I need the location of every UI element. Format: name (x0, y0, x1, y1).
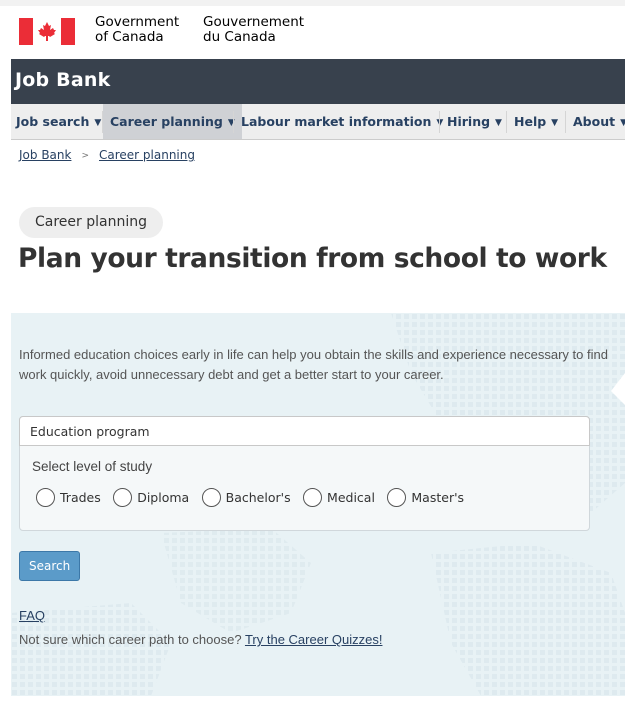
menu-item-labour-market-information[interactable]: Labour market information▼ (234, 104, 450, 139)
menu-item-label: Career planning (110, 114, 223, 129)
radio-medical[interactable]: Medical (303, 488, 375, 507)
radio-trades[interactable]: Trades (36, 488, 101, 507)
radio-button-icon[interactable] (303, 488, 323, 507)
menu-item-career-planning[interactable]: Career planning ▼ (103, 104, 242, 139)
radio-button-icon[interactable] (113, 488, 133, 507)
menu-item-label: Hiring (447, 114, 491, 129)
radio-label: Bachelor's (225, 490, 291, 505)
radio-button-icon[interactable] (201, 488, 221, 507)
gov-french-line1: Gouvernement (203, 14, 305, 30)
menu-item-job-search[interactable]: Job search ▼ (13, 104, 104, 139)
site-banner: Job Bank (11, 59, 625, 104)
radio-bachelors[interactable]: Bachelor's (201, 488, 291, 507)
chevron-down-icon: ▼ (620, 118, 625, 128)
chevron-down-icon: ▼ (495, 118, 502, 128)
radio-button-icon[interactable] (36, 488, 55, 507)
canada-flag-icon[interactable] (19, 18, 75, 45)
radio-diploma[interactable]: Diploma (113, 488, 189, 507)
education-search-panel: Informed education choices early in life… (11, 313, 625, 696)
search-button[interactable]: Search (19, 551, 81, 581)
career-quiz-prompt: Not sure which career path to choose? Tr… (19, 632, 382, 647)
chevron-down-icon: ▼ (94, 118, 102, 128)
intro-text: Informed education choices early in life… (19, 347, 608, 382)
radio-label: Trades (60, 490, 101, 505)
menu-item-label: Help (514, 114, 547, 129)
menu-item-about[interactable]: About ▼ (566, 104, 625, 139)
gov-french-line2: du Canada (203, 29, 276, 45)
section-tag: Career planning (19, 207, 163, 238)
radio-label: Master's (411, 490, 465, 505)
main-menu: Job search ▼ Career planning ▼ Labour mark… (11, 104, 625, 140)
faq-link[interactable]: FAQ (19, 608, 45, 623)
menu-item-help[interactable]: Help ▼ (507, 104, 565, 139)
level-of-study-options: Trades Diploma Bachelor's Medical Master… (36, 488, 472, 508)
breadcrumb-link-career-planning[interactable]: Career planning (99, 148, 195, 162)
breadcrumb-separator: > (81, 151, 89, 161)
radio-label: Medical (327, 490, 375, 505)
menu-item-label: Job search (16, 114, 90, 129)
page-title: Plan your transition from school to work (18, 243, 607, 274)
career-quizzes-link[interactable]: Try the Career Quizzes! (245, 632, 383, 647)
gov-english-line2: of Canada (95, 29, 164, 45)
education-program-input[interactable] (19, 416, 590, 446)
radio-masters[interactable]: Master's (387, 488, 464, 507)
government-header: Government of Canada Gouvernement du Can… (0, 0, 625, 59)
breadcrumb-link-job-bank[interactable]: Job Bank (19, 148, 71, 162)
government-wordmark-french: Gouvernement du Canada (203, 15, 304, 45)
breadcrumb: Job Bank > Career planning (19, 148, 195, 162)
menu-item-label: About (573, 114, 616, 129)
radio-label: Diploma (137, 490, 190, 505)
menu-item-hiring[interactable]: Hiring ▼ (440, 104, 509, 139)
government-wordmark-english: Government of Canada (95, 15, 179, 45)
gov-english-line1: Government (95, 14, 180, 30)
level-of-study-label: Select level of study (32, 459, 153, 474)
radio-button-icon[interactable] (387, 488, 407, 507)
site-title[interactable]: Job Bank (15, 69, 110, 91)
chevron-down-icon: ▼ (551, 118, 559, 128)
education-search-form: Select level of study Trades Diploma Bac… (19, 416, 590, 531)
menu-item-label: Labour market information (241, 114, 432, 129)
quiz-prompt-text: Not sure which career path to choose? (19, 632, 245, 647)
